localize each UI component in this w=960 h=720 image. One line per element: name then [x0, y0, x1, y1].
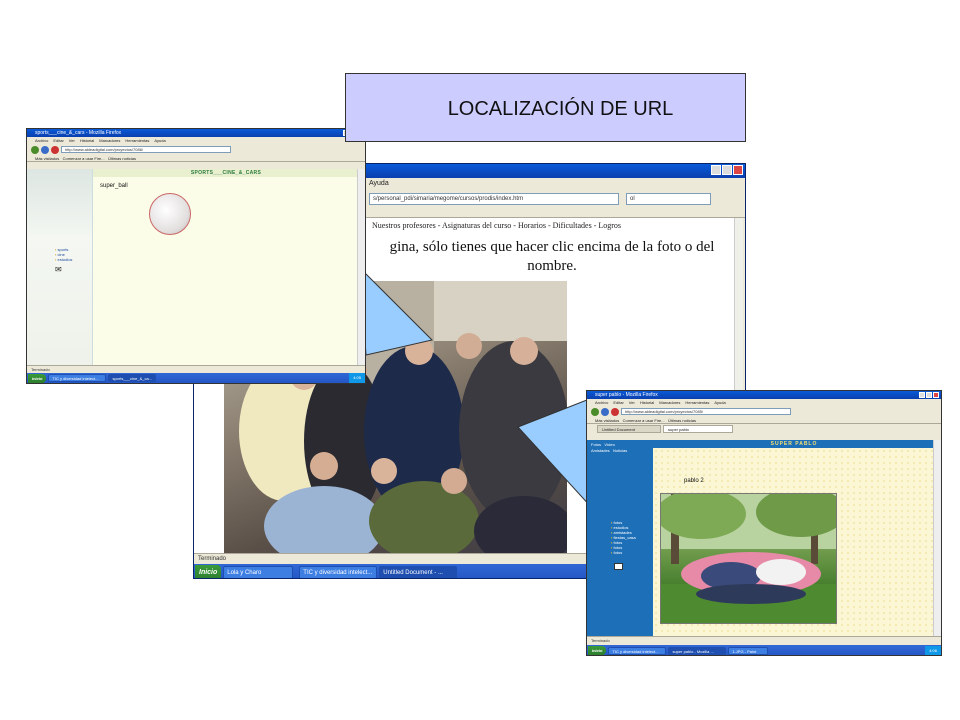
- start-button[interactable]: Inicio: [588, 646, 607, 655]
- sports-bookmarks: Más visitados Comenzar a usar Fire... Úl…: [27, 155, 365, 162]
- pablo-titlebar: super pablo - Mozilla Firefox: [587, 391, 941, 399]
- pablo-menubar: Archivo Editar Ver Historial Marcadores Herra…: [587, 399, 941, 406]
- menu-historial[interactable]: Historial: [80, 138, 94, 143]
- window-icon[interactable]: [614, 563, 623, 570]
- sports-browser-window: sports___cine_&_cars - Mozilla Firefox A…: [26, 128, 366, 384]
- menu-editar[interactable]: Editar: [53, 138, 63, 143]
- back-icon[interactable]: [31, 145, 39, 154]
- sports-taskbar: Inicio TIC y diversidad intelect... spor…: [27, 373, 365, 383]
- sports-item-label[interactable]: super_ball: [100, 183, 128, 189]
- menu-herramientas[interactable]: Herramientas: [685, 400, 709, 405]
- main-nav-links[interactable]: Nuestros profesores - Asignaturas del cu…: [372, 221, 621, 230]
- menu-help[interactable]: Ayuda: [369, 180, 389, 187]
- pablo-browser-window: super pablo - Mozilla Firefox Archivo Edi…: [586, 390, 942, 656]
- pablo-header: SUPER PABLO: [653, 440, 935, 448]
- forward-icon[interactable]: [41, 145, 49, 154]
- menu-ver[interactable]: Ver: [629, 400, 635, 405]
- bookmark-item[interactable]: Más visitados: [595, 418, 619, 423]
- mail-icon[interactable]: ✉: [55, 265, 62, 274]
- pablo-photo-image: [661, 494, 836, 623]
- taskbar-item[interactable]: 1.JPG - Paint: [728, 646, 769, 655]
- pablo-item-label[interactable]: pablo 2: [684, 478, 704, 484]
- sports-link-list: sports cine estudios: [55, 247, 73, 262]
- menu-marcadores[interactable]: Marcadores: [99, 138, 120, 143]
- callout-title: LOCALIZACIÓN DE URL: [447, 98, 674, 120]
- pablo-menu-item[interactable]: Vídeo: [604, 442, 614, 447]
- sports-statusbar: Terminado: [27, 365, 365, 373]
- menu-archivo[interactable]: Archivo: [35, 138, 48, 143]
- pablo-menu-item[interactable]: Noticias: [613, 448, 627, 453]
- sports-menubar: Archivo Editar Ver Historial Marcadores Herra…: [27, 137, 365, 144]
- taskbar-item[interactable]: Lola y Charo: [223, 565, 294, 578]
- taskbar-item[interactable]: TIC y diversidad intelect...: [299, 565, 378, 578]
- tab-untitled-document[interactable]: Untitled Document: [597, 425, 661, 433]
- pablo-statusbar: Terminado: [587, 636, 941, 644]
- sports-titlebar: sports___cine_&_cars - Mozilla Firefox: [27, 129, 365, 137]
- bookmark-item[interactable]: Comenzar a usar Fire...: [63, 156, 105, 161]
- pablo-tabs: Untitled Document super pablo: [587, 424, 941, 433]
- taskbar-item[interactable]: TIC y diversidad intelect...: [608, 646, 667, 655]
- close-icon[interactable]: [733, 165, 743, 175]
- tab-super-pablo[interactable]: super pablo: [663, 425, 733, 433]
- sports-navbar: http://www.aldeadigital.com/proyectos/70…: [27, 144, 365, 155]
- pablo-scrollbar[interactable]: [933, 440, 941, 636]
- callout-box: LOCALIZACIÓN DE URL: [345, 73, 746, 142]
- menu-marcadores[interactable]: Marcadores: [659, 400, 680, 405]
- pablo-group-photo[interactable]: [660, 493, 837, 624]
- pablo-taskbar: Inicio TIC y diversidad intelect... supe…: [587, 645, 941, 655]
- menu-editar[interactable]: Editar: [613, 400, 623, 405]
- menu-herramientas[interactable]: Herramientas: [125, 138, 149, 143]
- start-button[interactable]: Inicio: [195, 564, 222, 578]
- pablo-navbar: http://www.aldeadigital.com/proyectos/70…: [587, 406, 941, 417]
- bookmark-item[interactable]: Más visitados: [35, 156, 59, 161]
- taskbar-clock: 4:05: [349, 373, 365, 383]
- baseball-image[interactable]: [149, 193, 191, 235]
- main-search-field[interactable]: ol: [626, 193, 711, 205]
- menu-ayuda[interactable]: Ayuda: [714, 400, 725, 405]
- main-message: gina, sólo tienes que hacer clic encima …: [389, 239, 715, 274]
- minimize-icon[interactable]: [711, 165, 721, 175]
- maximize-icon[interactable]: [926, 392, 932, 398]
- sports-header: SPORTS___CINE_&_CARS: [93, 169, 359, 177]
- pablo-page-content: Fotos Vídeo Amistades Noticias SUPER PAB…: [587, 440, 935, 636]
- taskbar-item-active[interactable]: sports___cine_&_ca...: [108, 374, 157, 382]
- sports-scrollbar[interactable]: [357, 169, 365, 366]
- menu-ver[interactable]: Ver: [69, 138, 75, 143]
- maximize-icon[interactable]: [722, 165, 732, 175]
- menu-archivo[interactable]: Archivo: [595, 400, 608, 405]
- slide: Ayuda s/personal_pdi/simaria/megome/curs…: [0, 0, 960, 720]
- sports-page-content: SPORTS___CINE_&_CARS super_ball sports c…: [27, 169, 359, 366]
- menu-historial[interactable]: Historial: [640, 400, 654, 405]
- taskbar-clock: 4:06: [925, 645, 941, 655]
- forward-icon[interactable]: [601, 407, 609, 416]
- pablo-sidebar-menu: Fotos Vídeo Amistades Noticias: [587, 440, 653, 456]
- taskbar-item-active[interactable]: Untitled Document - ...: [379, 565, 458, 578]
- stop-icon[interactable]: [611, 407, 619, 416]
- sports-link[interactable]: estudios: [55, 257, 73, 262]
- close-icon[interactable]: [933, 392, 939, 398]
- bookmark-item[interactable]: Últimas noticias: [668, 418, 696, 423]
- pablo-url-field[interactable]: http://www.aldeadigital.com/proyectos/70…: [621, 408, 791, 415]
- menu-ayuda[interactable]: Ayuda: [154, 138, 165, 143]
- back-icon[interactable]: [591, 407, 599, 416]
- pablo-link-list: fotos estudios amistades fiestas_casa fo…: [611, 520, 636, 555]
- main-url-field[interactable]: s/personal_pdi/simaria/megome/cursos/pro…: [369, 193, 619, 205]
- taskbar-item[interactable]: TIC y diversidad intelect...: [48, 374, 107, 382]
- bookmark-item[interactable]: Últimas noticias: [108, 156, 136, 161]
- pablo-window-title: super pablo - Mozilla Firefox: [595, 392, 658, 398]
- pablo-menu-item[interactable]: Amistades: [591, 448, 610, 453]
- pablo-link[interactable]: fotos: [611, 550, 636, 555]
- taskbar-item-active[interactable]: super pablo - Mozilla ...: [668, 646, 727, 655]
- stop-icon[interactable]: [51, 145, 59, 154]
- start-button[interactable]: Inicio: [28, 373, 47, 383]
- bookmark-item[interactable]: Comenzar a usar Fire...: [623, 418, 665, 423]
- sports-window-title: sports___cine_&_cars - Mozilla Firefox: [35, 130, 122, 136]
- minimize-icon[interactable]: [919, 392, 925, 398]
- pablo-bookmarks: Más visitados Comenzar a usar Fire... Úl…: [587, 417, 941, 424]
- pablo-menu-item[interactable]: Fotos: [591, 442, 601, 447]
- sports-url-field[interactable]: http://www.aldeadigital.com/proyectos/70…: [61, 146, 231, 153]
